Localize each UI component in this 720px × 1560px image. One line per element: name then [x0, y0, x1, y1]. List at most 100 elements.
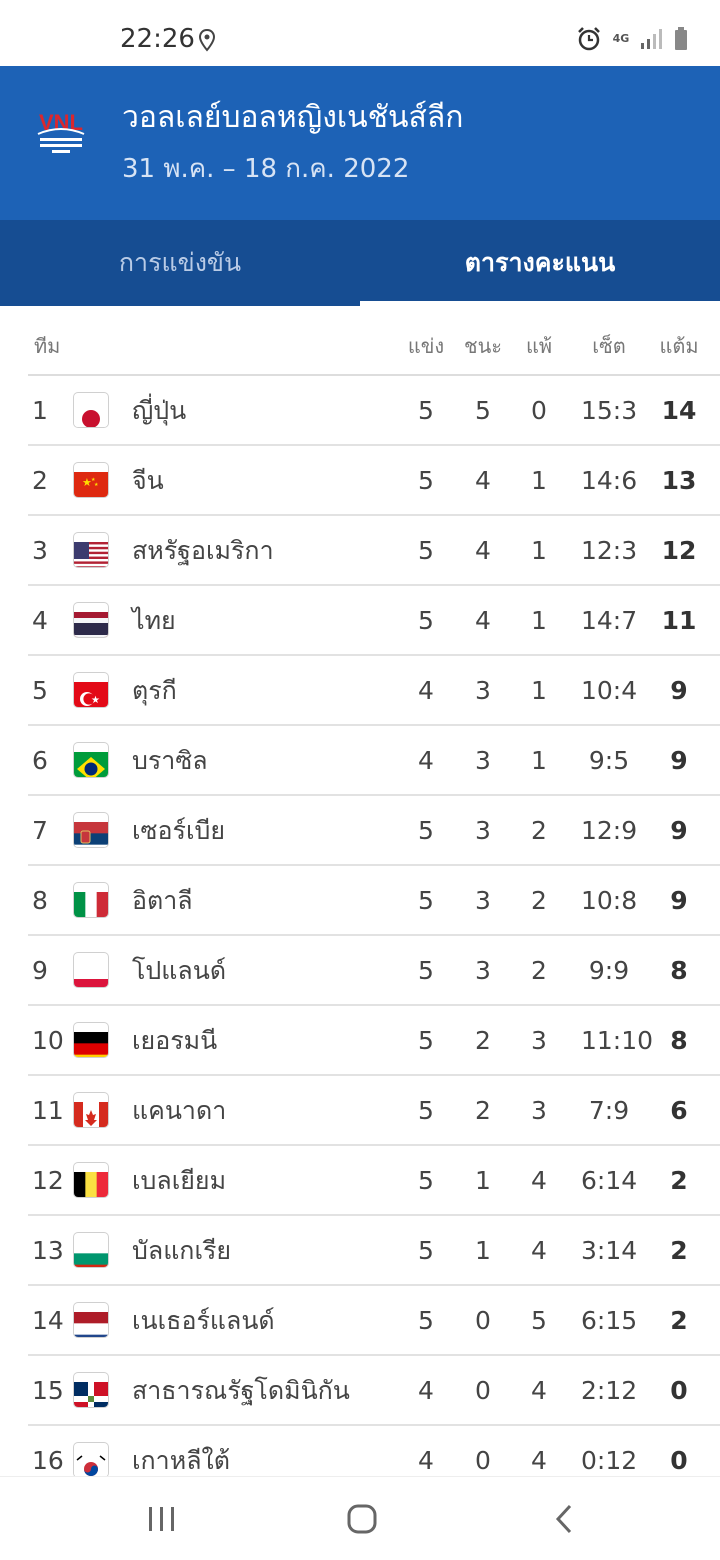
battery-icon	[675, 27, 687, 50]
svg-text:★: ★	[94, 482, 99, 488]
table-row[interactable]: 2 ★ ★ ★ จีน 5 4 1 14:6 13	[28, 446, 720, 516]
signal-icon	[641, 29, 662, 49]
status-bar: 22:26 4G	[0, 0, 720, 66]
row-lost: 1	[531, 746, 547, 775]
row-sets: 10:8	[581, 886, 638, 915]
table-row[interactable]: 11 แคนาดา 5 2 3 7:9 6	[28, 1076, 720, 1146]
table-row[interactable]: 3 สหรัฐอเมริกา 5 4 1 12:3 12	[28, 516, 720, 586]
poland-flag-icon	[74, 953, 108, 987]
row-played: 5	[418, 1166, 434, 1195]
row-lost: 3	[531, 1096, 547, 1125]
row-lost: 4	[531, 1236, 547, 1265]
row-won: 3	[475, 956, 491, 985]
row-sets: 14:7	[581, 606, 638, 635]
recent-apps-icon[interactable]	[142, 1501, 182, 1537]
row-lost: 5	[531, 1306, 547, 1335]
row-lost: 4	[531, 1166, 547, 1195]
row-won: 2	[475, 1026, 491, 1055]
alarm-icon	[578, 27, 600, 51]
tab-bar: การแข่งขัน ตารางคะแนน	[0, 220, 720, 306]
table-row[interactable]: 16 เกาหลีใต้ 4 0 4 0:12 0	[28, 1426, 720, 1476]
header-team: ทีม	[34, 334, 61, 358]
row-sets: 7:9	[588, 1096, 630, 1125]
header-lost: แพ้	[525, 334, 553, 358]
table-row[interactable]: 6 บราซิล 4 3 1 9:5 9	[28, 726, 720, 796]
row-team-name: เนเธอร์แลนด์	[132, 1306, 275, 1335]
row-team-name: จีน	[132, 466, 164, 495]
event-dates: 31 พ.ค. – 18 ก.ค. 2022	[122, 154, 410, 184]
row-won: 3	[475, 816, 491, 845]
row-played: 5	[418, 606, 434, 635]
row-rank: 2	[32, 466, 48, 495]
table-row[interactable]: 12 เบลเยียม 5 1 4 6:14 2	[28, 1146, 720, 1216]
row-points: 2	[670, 1306, 688, 1335]
row-won: 0	[475, 1446, 491, 1475]
south-korea-flag-icon	[74, 1443, 108, 1476]
row-lost: 0	[531, 396, 547, 425]
row-sets: 9:9	[588, 956, 630, 985]
table-row[interactable]: 13 บัลแกเรีย 5 1 4 3:14 2	[28, 1216, 720, 1286]
row-won: 1	[475, 1236, 491, 1265]
dominican-republic-flag-icon	[74, 1373, 108, 1407]
row-sets: 11:10	[581, 1026, 654, 1055]
row-lost: 4	[531, 1376, 547, 1405]
row-sets: 10:4	[581, 676, 638, 705]
row-played: 5	[418, 396, 434, 425]
table-row[interactable]: 9 โปแลนด์ 5 3 2 9:9 8	[28, 936, 720, 1006]
status-icons: 4G	[576, 26, 688, 52]
row-rank: 13	[32, 1236, 64, 1265]
row-won: 3	[475, 886, 491, 915]
row-played: 5	[418, 466, 434, 495]
table-row[interactable]: 10 เยอรมนี 5 2 3 11:10 8	[28, 1006, 720, 1076]
table-row[interactable]: 4 ไทย 5 4 1 14:7 11	[28, 586, 720, 656]
row-team-name: เยอรมนี	[132, 1026, 218, 1055]
table-row[interactable]: 7 เซอร์เบีย 5 3 2 12:9 9	[28, 796, 720, 866]
tab-standings[interactable]: ตารางคะแนน	[360, 220, 720, 306]
home-icon[interactable]	[342, 1501, 382, 1537]
row-team-name: โปแลนด์	[132, 956, 227, 985]
table-row[interactable]: 15 สาธารณรัฐโดมินิกัน 4 0 4 2:12 0	[28, 1356, 720, 1426]
row-rank: 16	[32, 1446, 64, 1475]
network-type: 4G	[612, 32, 630, 45]
table-row[interactable]: 1 ญี่ปุ่น 5 5 0 15:3 14	[28, 376, 720, 446]
table-row[interactable]: 8 อิตาลี 5 3 2 10:8 9	[28, 866, 720, 936]
row-team-name: เกาหลีใต้	[132, 1446, 230, 1475]
row-points: 0	[670, 1446, 688, 1475]
row-sets: 14:6	[581, 466, 638, 495]
row-team-name: เซอร์เบีย	[132, 816, 226, 845]
back-icon[interactable]	[545, 1501, 585, 1537]
table-row[interactable]: 5 ★ ตุรกี 4 3 1 10:4 9	[28, 656, 720, 726]
germany-flag-icon	[74, 1023, 108, 1057]
header-sets: เซ็ต	[592, 334, 626, 358]
row-team-name: ญี่ปุ่น	[132, 396, 187, 425]
row-rank: 6	[32, 746, 48, 775]
row-played: 5	[418, 886, 434, 915]
row-sets: 3:14	[581, 1236, 638, 1265]
row-points: 11	[661, 606, 697, 635]
japan-flag-icon	[74, 393, 108, 427]
vnl-logo-icon: VNL	[37, 110, 85, 153]
row-rank: 12	[32, 1166, 64, 1195]
row-lost: 1	[531, 536, 547, 565]
row-played: 5	[418, 1096, 434, 1125]
brazil-flag-icon	[74, 743, 108, 777]
row-lost: 4	[531, 1446, 547, 1475]
row-played: 4	[418, 1376, 434, 1405]
row-team-name: บัลแกเรีย	[132, 1236, 232, 1265]
row-lost: 1	[531, 466, 547, 495]
turkey-flag-icon: ★	[74, 673, 108, 707]
belgium-flag-icon	[74, 1163, 108, 1197]
row-points: 13	[661, 466, 697, 495]
row-rank: 8	[32, 886, 48, 915]
system-nav-bar	[0, 1476, 720, 1560]
standings-table[interactable]: ทีม แข่ง ชนะ แพ้ เซ็ต แต้ม 1 ญี่ปุ่น 5 5 0 15…	[0, 306, 720, 1476]
table-row[interactable]: 14 เนเธอร์แลนด์ 5 0 5 6:15 2	[28, 1286, 720, 1356]
row-rank: 5	[32, 676, 48, 705]
row-rank: 15	[32, 1376, 64, 1405]
tab-matches[interactable]: การแข่งขัน	[0, 220, 360, 306]
row-won: 4	[475, 466, 491, 495]
row-lost: 1	[531, 606, 547, 635]
italy-flag-icon	[74, 883, 108, 917]
row-sets: 0:12	[581, 1446, 638, 1475]
row-won: 2	[475, 1096, 491, 1125]
